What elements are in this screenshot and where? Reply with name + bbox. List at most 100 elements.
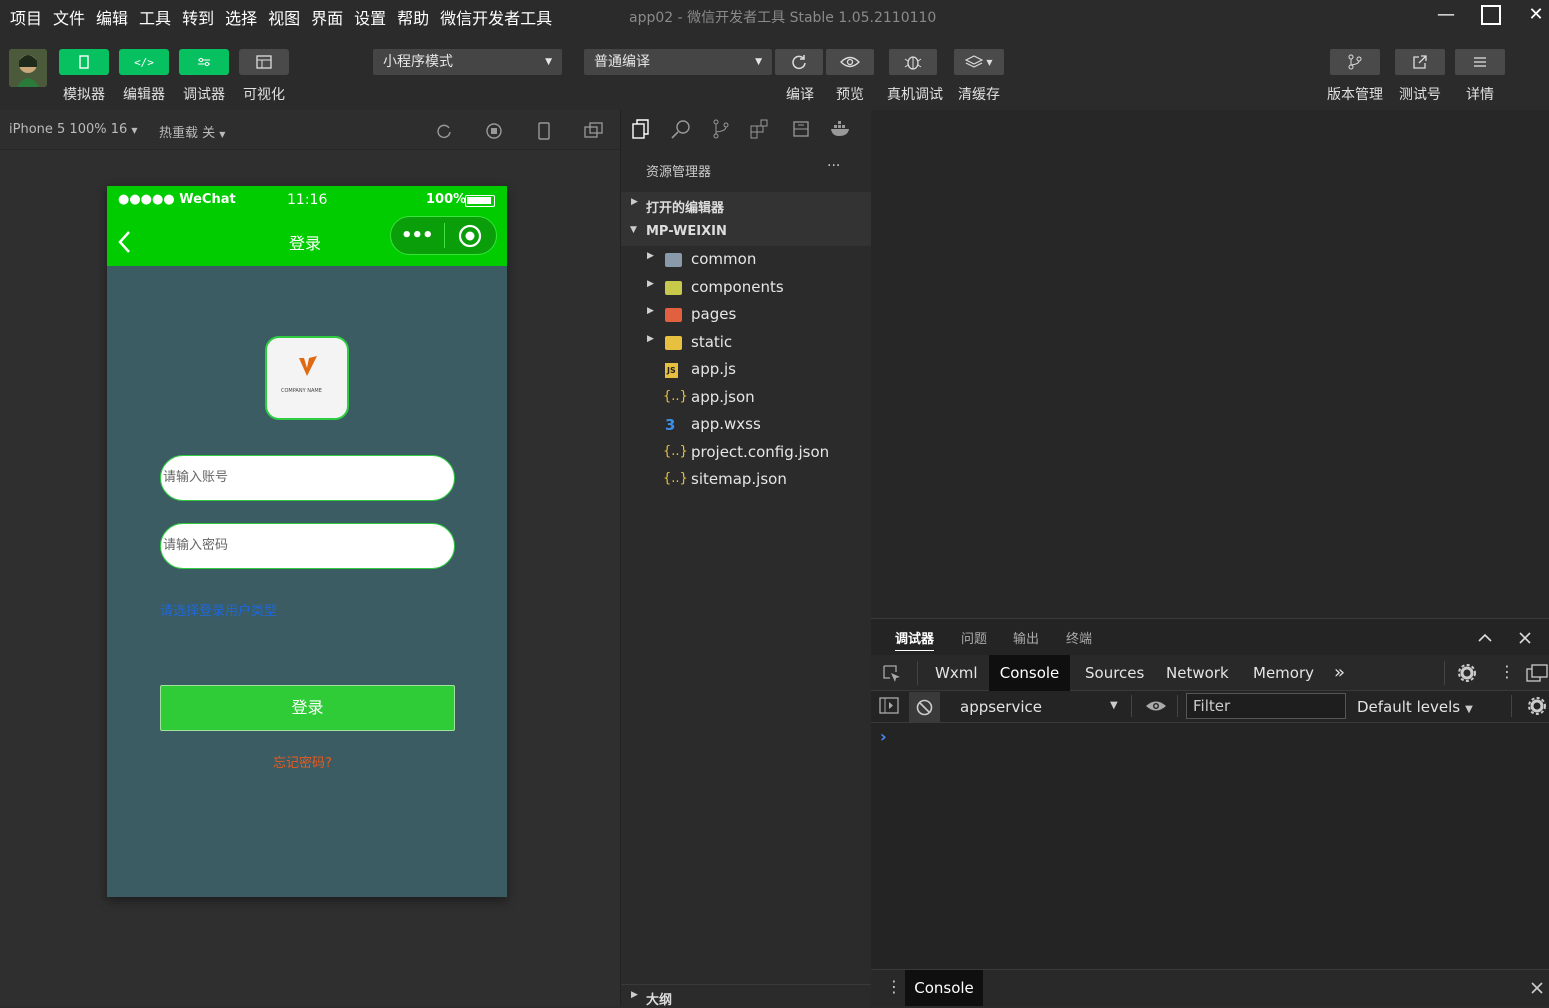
extensions-icon[interactable] [750,119,770,139]
json-file-icon: {..} [663,471,688,486]
compile-select[interactable]: 普通编译 ▼ [584,49,772,75]
menu-item[interactable]: 微信开发者工具 [440,5,552,29]
tree-item[interactable]: ▶ common [621,247,871,274]
close-window-button[interactable]: ✕ [1524,3,1548,27]
chevron-right-icon: ▶ [647,251,654,261]
tree-item[interactable]: 3 app.wxss [621,412,871,439]
remote-debug-button[interactable] [889,49,937,75]
inspect-element-icon[interactable] [882,664,902,684]
test-account-button[interactable] [1395,49,1445,75]
subtab-memory[interactable]: Memory [1253,655,1314,691]
user-type-link[interactable]: 请选择登录用户类型 [160,600,277,619]
capsule-menu[interactable]: ••• [390,216,497,255]
tree-item[interactable]: {..} sitemap.json [621,467,871,494]
subtab-sources[interactable]: Sources [1085,655,1144,691]
visual-toggle-button[interactable] [239,49,289,75]
explorer-pane: 资源管理器 ··· ▶ 打开的编辑器 ▼ MP-WEIXIN ▶ common ▶ c… [620,110,871,1008]
subtab-console[interactable]: Console [989,655,1070,691]
chevron-up-icon[interactable] [1477,632,1493,644]
divider [1177,695,1178,717]
clear-console-button[interactable] [909,692,940,722]
password-input[interactable]: 请输入密码 [160,523,455,569]
console-prompt[interactable]: › [880,727,887,746]
bug-icon [904,56,922,70]
close-icon[interactable] [1518,631,1532,645]
folder-icon [665,280,682,295]
rotate-icon[interactable] [435,122,453,140]
close-drawer-icon[interactable] [1530,981,1544,995]
more-dots-icon[interactable]: ••• [401,225,434,246]
drawer-tab-console[interactable]: Console [905,970,983,1006]
account-input[interactable]: 请输入账号 [160,455,455,501]
tree-item[interactable]: ▶ pages [621,302,871,329]
avatar[interactable] [9,49,47,87]
tree-item-label: app.json [691,387,755,406]
source-control-icon[interactable] [712,119,730,139]
login-button[interactable]: 登录 [160,685,455,731]
tree-item[interactable]: {..} project.config.json [621,440,871,467]
menu-item[interactable]: 帮助 [397,5,429,29]
tab-debugger[interactable]: 调试器 [895,628,935,651]
compile-button[interactable] [775,49,823,75]
editor-toggle-button[interactable]: </> [119,49,169,75]
maximize-button[interactable] [1479,3,1503,27]
outline-section[interactable]: ▶ 大纲 [621,984,871,1008]
menu-item[interactable]: 项目 [10,5,42,29]
simulator-toggle-button[interactable] [59,49,109,75]
menu-item[interactable]: 编辑 [96,5,128,29]
details-button[interactable] [1455,49,1505,75]
mode-select[interactable]: 小程序模式 ▼ [373,49,562,75]
detach-window-icon[interactable] [584,122,604,140]
menu-item[interactable]: 界面 [311,5,343,29]
menu-item[interactable]: 文件 [53,5,85,29]
menu-item[interactable]: 选择 [225,5,257,29]
close-miniprogram-icon[interactable] [458,224,482,248]
tab-problems[interactable]: 问题 [961,628,987,647]
sidebar-toggle-icon[interactable] [879,697,899,715]
tree-item[interactable]: ▶ components [621,275,871,302]
forgot-password-link[interactable]: 忘记密码? [273,752,332,771]
sliders-icon [198,57,210,67]
more-tabs-button[interactable]: » [1334,655,1345,691]
tree-item[interactable]: ▶ static [621,330,871,357]
subtab-wxml[interactable]: Wxml [935,655,978,691]
menu-item[interactable]: 工具 [139,5,171,29]
dock-side-icon[interactable] [1526,664,1548,682]
minimize-button[interactable]: — [1434,3,1458,27]
storage-icon[interactable] [792,120,810,138]
filter-input[interactable]: Filter [1186,693,1346,719]
files-icon[interactable] [632,119,650,139]
debugger-toggle-button[interactable] [179,49,229,75]
log-levels-select[interactable]: Default levels ▼ [1357,697,1473,716]
eye-icon[interactable] [1145,699,1167,713]
menu-item[interactable]: 转到 [182,5,214,29]
project-section[interactable]: ▼ MP-WEIXIN [621,219,871,246]
kebab-menu-icon[interactable]: ⋮ [1499,662,1515,681]
stop-icon[interactable] [485,122,503,140]
device-select[interactable]: iPhone 5 100% 16 ▼ [9,122,138,137]
tab-output[interactable]: 输出 [1013,628,1039,647]
open-editors-section[interactable]: ▶ 打开的编辑器 [621,192,871,219]
back-arrow-icon[interactable] [117,230,133,254]
more-actions-button[interactable]: ··· [827,158,840,174]
remote-debug-label: 真机调试 [887,87,943,103]
tree-item[interactable]: {..} app.json [621,385,871,412]
code-icon: </> [134,55,154,69]
version-control-button[interactable] [1330,49,1380,75]
tab-terminal[interactable]: 终端 [1066,628,1092,647]
clear-cache-button[interactable]: ▼ [954,49,1004,75]
phone-icon[interactable] [536,121,552,141]
search-icon[interactable] [671,119,691,139]
console-settings-icon[interactable] [1527,696,1547,716]
settings-gear-icon[interactable] [1457,663,1477,683]
preview-button[interactable] [826,49,874,75]
menu-item[interactable]: 设置 [354,5,386,29]
menu-item[interactable]: 视图 [268,5,300,29]
docker-icon[interactable] [830,121,852,137]
hot-reload-select[interactable]: 热重载 关 ▼ [159,122,225,141]
tree-item[interactable]: JS app.js [621,357,871,384]
drawer-menu-icon[interactable]: ⋮ [886,977,902,996]
explorer-title: 资源管理器 [646,165,712,180]
subtab-network[interactable]: Network [1166,655,1229,691]
context-select[interactable]: appservice ▼ [947,694,1123,720]
